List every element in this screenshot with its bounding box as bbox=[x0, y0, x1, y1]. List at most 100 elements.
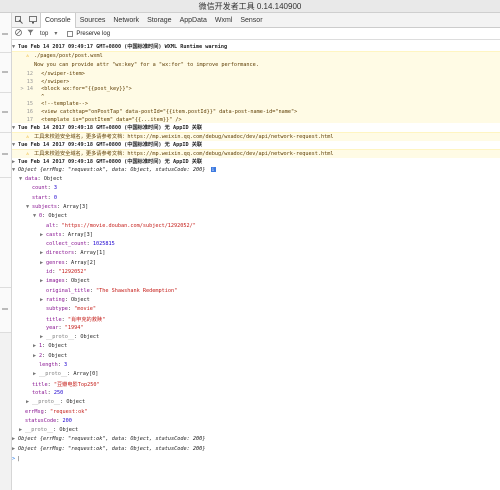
property-value: Object bbox=[66, 399, 86, 406]
code-line: 17 <template is="postItem" data="{{...it… bbox=[12, 117, 297, 123]
property-key: statusCode bbox=[25, 417, 57, 424]
warning-advice: Now you can provide attr "wx:key" for a … bbox=[34, 62, 259, 68]
console-prompt[interactable]: > | bbox=[12, 456, 500, 465]
message-text: Tue Feb 14 2017 09:49:18 GMT+0800 (中国标准时… bbox=[18, 125, 203, 131]
context-value: top bbox=[40, 30, 49, 37]
property-value: Object bbox=[48, 352, 68, 359]
tree-row: subtype: "movie" bbox=[46, 306, 96, 313]
tree-row[interactable]: ▼ 0: Object bbox=[12, 213, 500, 221]
tree-row[interactable]: ▶ casts: Array[3] bbox=[12, 232, 500, 240]
tree-row[interactable]: ▶ __proto__: Object bbox=[12, 399, 500, 407]
tree-row: title: "肖申克的救赎" bbox=[46, 316, 106, 323]
property-key: __proto__ bbox=[39, 371, 68, 378]
tree-row: id: "1292052" bbox=[46, 269, 87, 275]
property-key: images bbox=[46, 278, 65, 285]
property-value: "movie" bbox=[74, 306, 96, 313]
code-line: 12 </swiper-item> bbox=[12, 71, 297, 79]
tree-row[interactable]: ▼ data: Object bbox=[12, 176, 500, 184]
filter-icon[interactable] bbox=[24, 29, 36, 38]
warning-message: ⚠ 工具未校验安全域名，更多请参考文档：https://mp.weixin.qq.… bbox=[12, 132, 500, 141]
property-value: Array[3] bbox=[63, 203, 89, 210]
code-line: ^ bbox=[12, 94, 297, 102]
simulator-block bbox=[0, 53, 11, 93]
tree-row: original_title: "The Shawshank Redemptio… bbox=[46, 287, 178, 294]
device-toggle-icon[interactable] bbox=[26, 13, 40, 28]
console-message: ▼ Tue Feb 14 2017 09:49:18 GMT+0800 (中国标准… bbox=[12, 124, 500, 132]
line-number: > 14 bbox=[20, 86, 34, 93]
console-toolbar: top ▾ Preserve log bbox=[12, 28, 500, 40]
tree-row[interactable]: ▶ __proto__: Object bbox=[12, 334, 500, 342]
code-line: 13 </swiper> bbox=[12, 79, 297, 87]
line-number: 15 bbox=[26, 101, 33, 108]
simulator-block bbox=[0, 133, 11, 178]
object-log[interactable]: ▼ Object {errMsg: "request:ok", data: Obj… bbox=[12, 167, 500, 175]
property-key: title bbox=[32, 381, 48, 388]
tree-row[interactable]: ▶ __proto__: Object bbox=[12, 427, 500, 435]
code-text: <!--template--> bbox=[38, 101, 88, 108]
property-key: __proto__ bbox=[32, 399, 61, 406]
tree-row[interactable]: ▶ genres: Array[2] bbox=[12, 260, 500, 268]
tree-row[interactable]: ▶ 2: Object bbox=[12, 353, 500, 361]
tab-wxml[interactable]: Wxml bbox=[211, 13, 237, 28]
tree-row[interactable]: ▶ 1: Object bbox=[12, 343, 500, 351]
context-selector[interactable]: top ▾ bbox=[36, 30, 61, 38]
property-key: collect_count bbox=[46, 241, 87, 248]
tree-row[interactable]: ▶ rating: Object bbox=[12, 297, 500, 305]
warning-file: ./pages/post/post.wxml bbox=[34, 53, 103, 59]
simulator-mark bbox=[2, 111, 8, 113]
property-value: Object bbox=[71, 296, 90, 303]
tree-row[interactable]: ▶ images: Object bbox=[12, 278, 500, 286]
property-key: title bbox=[46, 316, 62, 323]
property-value: Object bbox=[80, 334, 100, 341]
tree-row[interactable]: ▶ __proto__: Array[0] bbox=[12, 371, 500, 379]
tree-row[interactable]: ▶ directors: Array[1] bbox=[12, 250, 500, 258]
warning-message: ⚠ ./pages/post/post.wxml Now you can prov… bbox=[12, 51, 500, 123]
simulator-block bbox=[0, 13, 11, 53]
inspect-icon[interactable] bbox=[12, 13, 26, 28]
property-key: count bbox=[32, 185, 48, 192]
tab-sensor[interactable]: Sensor bbox=[236, 13, 266, 28]
tree-row[interactable]: ▼ subjects: Array[3] bbox=[12, 204, 500, 212]
code-snippet: 12 </swiper-item> 13 </swiper> > 14 <block… bbox=[12, 71, 298, 123]
property-key: __proto__ bbox=[25, 427, 54, 434]
property-value: 0 bbox=[53, 194, 57, 201]
code-text: </swiper> bbox=[38, 78, 70, 85]
property-key: genres bbox=[46, 259, 65, 266]
warning-icon: ⚠ bbox=[26, 151, 30, 157]
prompt-caret-icon: > bbox=[12, 456, 16, 462]
tab-storage[interactable]: Storage bbox=[143, 13, 176, 28]
tab-appdata[interactable]: AppData bbox=[176, 13, 211, 28]
console-output[interactable]: ▼ Tue Feb 14 2017 09:49:17 GMT+0800 (中国标准… bbox=[12, 40, 500, 490]
console-message: ▶ Tue Feb 14 2017 09:49:18 GMT+0800 (中国标准… bbox=[12, 158, 500, 166]
text-cursor-icon: | bbox=[17, 456, 21, 462]
warning-text: 工具未校验安全域名，更多请参考文档：https://mp.weixin.qq.c… bbox=[34, 151, 334, 157]
title-bar: 微信开发者工具 0.14.140900 bbox=[0, 0, 500, 13]
tab-sources[interactable]: Sources bbox=[76, 13, 110, 28]
code-text: <view catchtap="onPostTap" data-postId="… bbox=[38, 108, 298, 115]
object-log[interactable]: ▶ Object {errMsg: "request:ok", data: Obj… bbox=[12, 436, 500, 444]
warning-file-line: ⚠ ./pages/post/post.wxml bbox=[12, 53, 103, 59]
console-message: ▼ Tue Feb 14 2017 09:49:17 GMT+0800 (中国标准… bbox=[12, 43, 500, 51]
clear-console-icon[interactable] bbox=[12, 29, 24, 38]
tree-row: errMsg: "request:ok" bbox=[25, 408, 88, 415]
devtools-tabs: Console Sources Network Storage AppData … bbox=[12, 12, 500, 28]
code-text: <template is="postItem" data="{{...item}… bbox=[38, 116, 182, 123]
simulator-pane[interactable] bbox=[0, 13, 12, 490]
simulator-mark bbox=[2, 153, 8, 155]
tab-network[interactable]: Network bbox=[109, 13, 143, 28]
tab-console[interactable]: Console bbox=[40, 12, 76, 28]
code-line: 15 <!--template--> bbox=[12, 101, 297, 109]
code-line: > 14 <block wx:for="{{post_key}}"> bbox=[12, 86, 297, 94]
tree-row: title: "豆瓣电影Top250" bbox=[32, 381, 100, 388]
preserve-log-checkbox[interactable] bbox=[67, 30, 74, 37]
property-value: "The Shawshank Redemption" bbox=[95, 287, 178, 294]
property-key: errMsg bbox=[25, 408, 44, 415]
property-value: Object bbox=[48, 213, 68, 220]
simulator-mark bbox=[2, 308, 8, 310]
tree-row: year: "1994" bbox=[46, 324, 84, 331]
object-log[interactable]: ▶ Object {errMsg: "request:ok", data: Obj… bbox=[12, 446, 500, 454]
property-value: "request:ok" bbox=[50, 408, 88, 415]
info-icon[interactable]: i bbox=[210, 167, 216, 172]
tree-row: count: 3 bbox=[32, 185, 57, 192]
message-text: Tue Feb 14 2017 09:49:18 GMT+0800 (中国标准时… bbox=[18, 142, 203, 148]
